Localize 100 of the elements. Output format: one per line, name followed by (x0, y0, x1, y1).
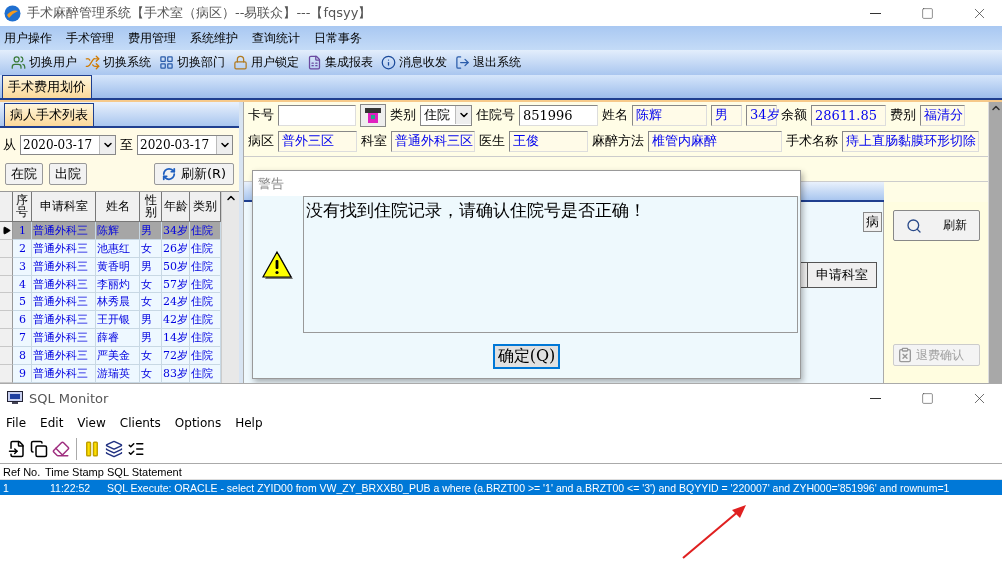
menu-item[interactable]: Clients (119, 416, 161, 430)
column-header[interactable]: SQL Statement (104, 465, 182, 478)
menu-item[interactable]: 费用管理 (126, 29, 184, 47)
app-logo-icon (4, 4, 21, 22)
maximize-icon (920, 6, 934, 20)
menu-item[interactable]: 系统维护 (188, 29, 246, 47)
toolbar-button[interactable]: 用户锁定 (230, 54, 302, 71)
minimize-icon (869, 397, 881, 399)
minimize-icon (869, 12, 881, 14)
menu-item[interactable]: Edit (40, 416, 64, 430)
readonly-field: 普通外科三区 (391, 130, 475, 152)
readonly-field: 陈辉 (632, 104, 707, 126)
column-header[interactable]: 申请科室 (32, 192, 96, 222)
menu-item[interactable]: Help (235, 416, 263, 430)
dialog-message: 没有找到住院记录，请确认住院号是否正确！ (303, 196, 798, 333)
tab[interactable]: 手术费用划价 (2, 75, 92, 98)
search-icon (905, 217, 922, 234)
table-row[interactable]: 9 普通外科三 游瑞英 女 83岁 住院 (0, 365, 221, 383)
field-label: 费别 (890, 106, 916, 124)
column-header[interactable]: 年龄 (162, 192, 190, 222)
export-icon[interactable] (8, 439, 26, 458)
toolbar-button[interactable]: 切换系统 (82, 54, 154, 71)
copy-icon[interactable] (30, 439, 48, 458)
menu-item[interactable]: Options (174, 416, 222, 430)
table-icon (307, 55, 322, 70)
card-reader-icon (364, 106, 382, 124)
table-row[interactable]: 7 普通外科三 薛睿 男 14岁 住院 (0, 329, 221, 348)
column-header[interactable]: Time Stamp (42, 465, 104, 478)
sql-statement: SQL Execute: ORACLE - select ZYID00 from VW_ZY_BRXXB0_PUB a where (a.BRZT00 >= '1' and a.BRZT00 <= '3') and BQYYID = '220007' and ZYH000='851996' and rownum=1 (106, 481, 950, 494)
toolbar-button[interactable]: 切换部门 (156, 54, 228, 71)
readonly-field: 椎管内麻醉 (648, 130, 782, 152)
ward-button[interactable]: 病 (863, 212, 882, 232)
table-cell: 34岁 (162, 221, 190, 240)
toolbar-button[interactable]: 退出系统 (452, 54, 524, 71)
column-header[interactable]: 申请科室 (807, 262, 877, 288)
table-cell: 1 (13, 221, 32, 240)
field-label: 类别 (390, 106, 416, 124)
exit-icon (455, 55, 470, 70)
column-header[interactable]: 序号 (13, 192, 32, 222)
input-field[interactable]: 851996 (519, 104, 598, 126)
column-header[interactable]: 性别 (140, 192, 162, 222)
timestamp: 11:22:52 (49, 481, 92, 494)
menu-item[interactable]: View (77, 416, 106, 430)
field-label: 麻醉方法 (592, 132, 644, 150)
readonly-field: 28611.85 (811, 104, 886, 126)
grid-icon (159, 55, 174, 70)
window-title: 手术麻醉管理系统【手术室（病区）--易联众】---【fqsyy】 (27, 4, 373, 22)
dialog-title: 警告 (253, 171, 800, 196)
toolbar-button[interactable]: 集成报表 (304, 54, 376, 71)
readonly-field: 王俊 (509, 130, 588, 152)
table-cell: 26岁 (162, 239, 190, 258)
table-cell: 普通外科三 (32, 257, 96, 276)
card-reader-button[interactable] (360, 103, 386, 127)
filter-button[interactable]: 在院 (5, 163, 43, 185)
menu-item[interactable]: 查询统计 (250, 29, 308, 47)
info-icon (381, 55, 396, 70)
field-label: 姓名 (602, 106, 628, 124)
category-select[interactable]: 住院 (420, 104, 472, 126)
monitor-icon (7, 391, 23, 405)
table-cell: 男 (140, 221, 162, 240)
column-header[interactable]: Ref No. (0, 465, 42, 478)
from-label: 从 (3, 136, 16, 154)
table-cell: 2 (13, 239, 32, 258)
header-corner (0, 192, 13, 222)
toolbar-button[interactable]: 消息收发 (378, 54, 450, 71)
table-row[interactable]: 6 普通外科三 王开银 男 42岁 住院 (0, 311, 221, 330)
field-label: 余额 (781, 106, 807, 124)
readonly-field: 34岁 (746, 104, 777, 126)
field-label: 病区 (248, 132, 274, 150)
lock-icon (233, 55, 248, 70)
table-row[interactable]: 8 普通外科三 严美金 女 72岁 住院 (0, 347, 221, 366)
table-row[interactable]: 5 普通外科三 林秀晨 女 24岁 住院 (0, 293, 221, 312)
readonly-field: 普外三区 (278, 130, 357, 152)
maximize-icon (920, 391, 934, 405)
input-field[interactable] (278, 104, 356, 126)
log-row[interactable]: 1 11:22:52 SQL Execute: ORACLE - select ZYID00 from VW_ZY_BRXXB0_PUB a where (a.BRZT00 >= '1' and a.BRZT00 <= '3') and BQYYID = '220007' and ZYH000='851996' and rownum=1 (0, 480, 1002, 495)
scrollbar[interactable] (221, 192, 239, 383)
tab[interactable]: 病人手术列表 (4, 103, 94, 126)
eraser-icon[interactable] (52, 439, 70, 458)
menu-item[interactable]: 手术管理 (64, 29, 122, 47)
scrollbar[interactable] (988, 102, 1002, 383)
table-cell: 陈辉 (96, 221, 140, 240)
ok-button[interactable]: 确定(Q) (492, 344, 561, 369)
refresh-button[interactable]: 刷新(R) (154, 163, 234, 185)
toolbar-button[interactable]: 切换用户 (8, 54, 80, 71)
table-cell: 3 (13, 257, 32, 276)
field-label: 医生 (479, 132, 505, 150)
date-picker[interactable]: 2020-03-17 (137, 135, 233, 155)
column-header[interactable]: 类别 (190, 192, 221, 222)
menu-item[interactable]: 日常事务 (312, 29, 370, 47)
column-header[interactable]: 姓名 (96, 192, 140, 222)
field-label: 手术名称 (786, 132, 838, 150)
menu-item[interactable]: 用户操作 (2, 29, 60, 47)
refresh-button[interactable]: 刷新 (892, 210, 980, 241)
filter-button[interactable]: 出院 (49, 163, 87, 185)
menu-item[interactable]: File (6, 416, 27, 430)
date-picker[interactable]: 2020-03-17 (20, 135, 116, 155)
field-label: 住院号 (476, 106, 515, 124)
swap-icon (85, 55, 100, 70)
window-title: SQL Monitor (29, 390, 110, 406)
